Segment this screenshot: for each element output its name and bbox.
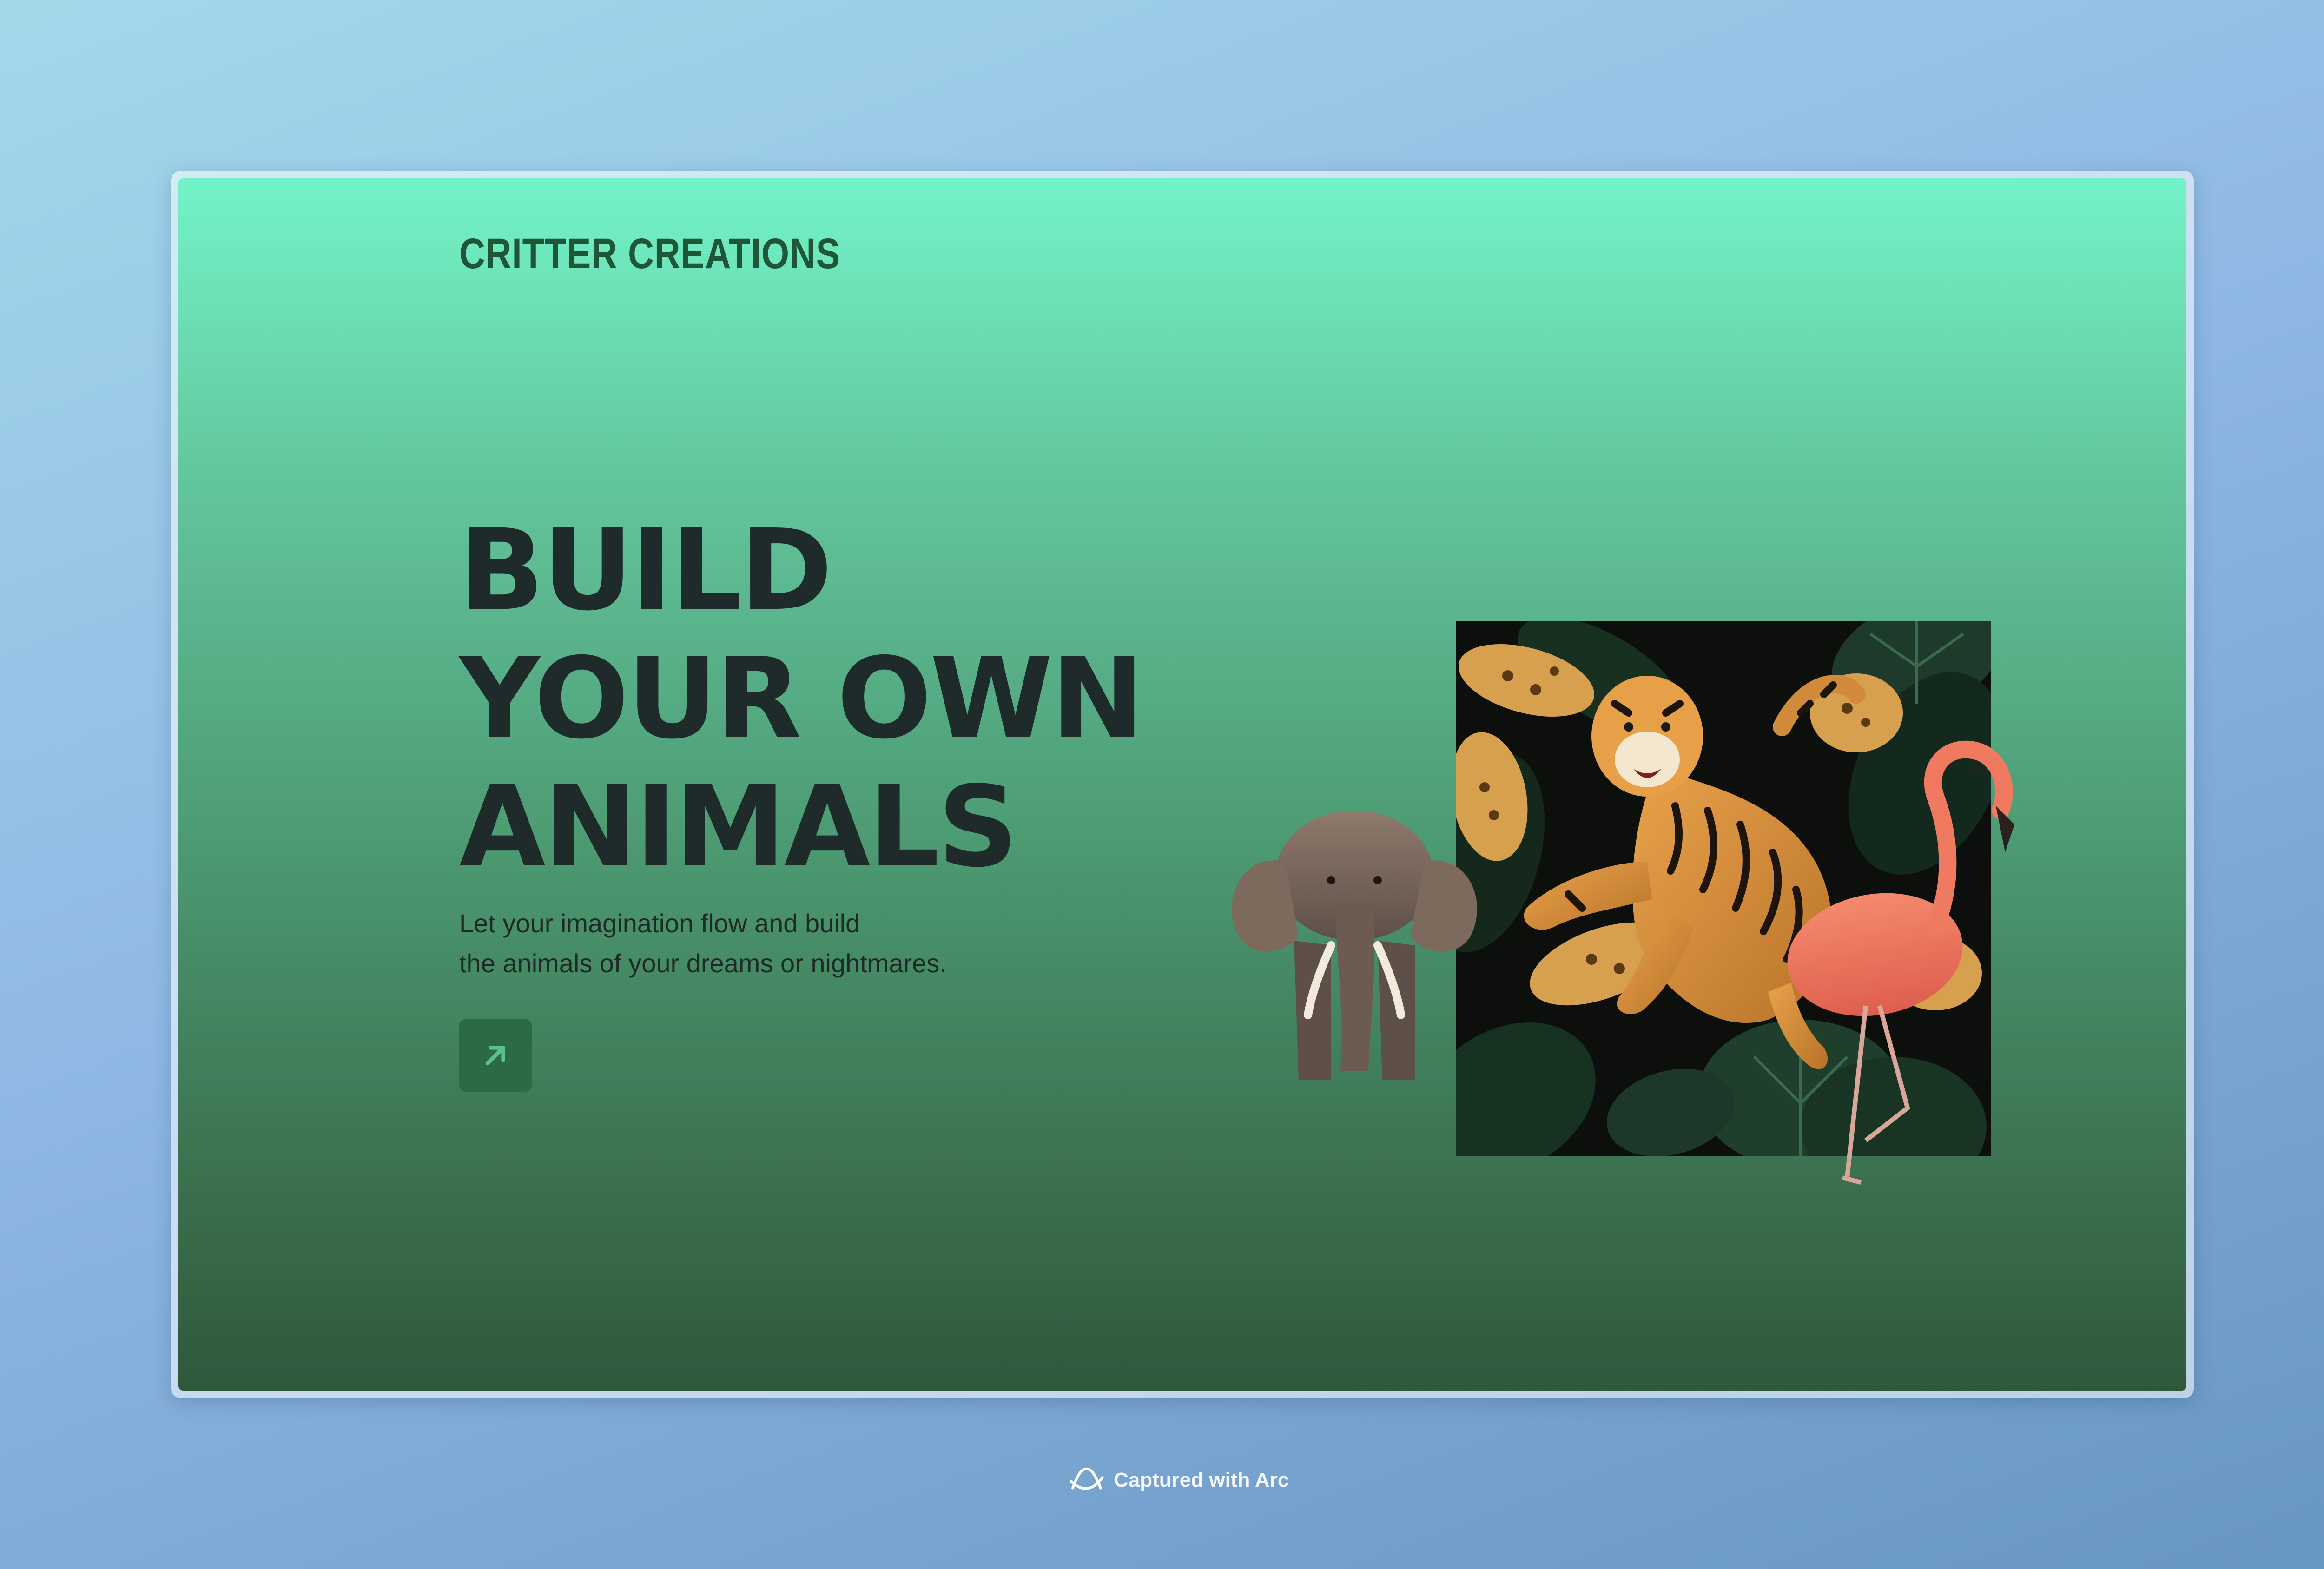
- hero-headline: BUILD YOUR OWN ANIMALS: [459, 505, 1144, 892]
- animal-collage-illustration: [1232, 621, 2014, 1185]
- subtitle-line-2: the animals of your dreams or nightmares…: [459, 949, 947, 978]
- webpage: CRITTER CREATIONS BUILD YOUR OWN ANIMALS…: [178, 178, 2186, 1391]
- arc-logo-icon: [1070, 1467, 1104, 1490]
- brand-logo-text[interactable]: CRITTER CREATIONS: [459, 230, 840, 278]
- headline-line-2: YOUR OWN: [459, 633, 1144, 764]
- hero-animal-collage: [1182, 527, 2047, 1210]
- capture-footer: Captured with Arc: [1069, 1464, 1289, 1496]
- hero-cta-button[interactable]: [459, 1019, 532, 1092]
- captured-with-arc-text: Captured with Arc: [1114, 1469, 1289, 1491]
- subtitle-line-1: Let your imagination flow and build: [459, 909, 860, 938]
- headline-line-1: BUILD: [459, 505, 832, 635]
- arrow-up-right-icon: [486, 1046, 505, 1065]
- elephant-figure: [1232, 811, 1477, 1080]
- headline-line-3: ANIMALS: [459, 762, 1018, 892]
- hero-subtitle: Let your imagination flow and build the …: [459, 903, 947, 983]
